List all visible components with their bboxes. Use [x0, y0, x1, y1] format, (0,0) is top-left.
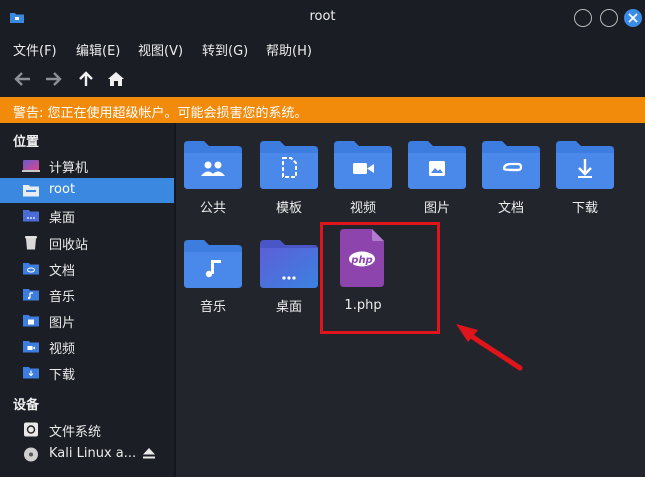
desktop-folder-icon [23, 210, 39, 222]
sidebar-item-label: 桌面 [49, 211, 76, 226]
sidebar-item-pictures[interactable]: 图片 [0, 308, 174, 333]
sidebar-item-label: root [49, 182, 76, 197]
sidebar-item-filesystem[interactable]: 文件系统 [0, 417, 174, 442]
menu-file[interactable]: 文件(F) [13, 40, 57, 59]
window-title: root [309, 9, 336, 24]
drive-icon [24, 422, 38, 437]
menu-help[interactable]: 帮助(H) [266, 40, 312, 59]
sidebar-item-trash[interactable]: 回收站 [0, 230, 174, 255]
home-folder-icon [23, 185, 39, 197]
pictures-folder-icon [408, 141, 466, 189]
places-header: 位置 [13, 135, 40, 150]
sidebar-item-label: 文件系统 [49, 425, 102, 440]
file-item-public[interactable]: 公共 [178, 141, 248, 231]
public-folder-icon [184, 141, 242, 189]
file-item-label: 图片 [423, 201, 450, 216]
forward-arrow-icon[interactable] [44, 71, 62, 87]
annotation-arrow-icon [456, 324, 523, 371]
music-folder-icon [184, 240, 242, 288]
sidebar-item-label: 计算机 [49, 161, 89, 176]
menu-bar: 文件(F) 编辑(E) 视图(V) 转到(G) 帮助(H) [0, 34, 645, 61]
close-button[interactable] [624, 9, 642, 27]
file-item-pictures[interactable]: 图片 [402, 141, 472, 231]
file-item-label: 下载 [571, 201, 598, 216]
templates-folder-icon [260, 141, 318, 189]
downloads-folder-icon [556, 141, 614, 189]
file-item-label: 模板 [275, 201, 302, 216]
file-item-templates[interactable]: 模板 [254, 141, 324, 231]
desktop-folder-icon [260, 240, 318, 288]
sidebar: 位置 计算机 root 桌面 回收站 文档 音乐 图片 视频 下载 设备 文件系… [0, 123, 174, 477]
sidebar-item-documents[interactable]: 文档 [0, 256, 174, 281]
home-icon[interactable] [107, 71, 125, 87]
file-item-desktop[interactable]: 桌面 [254, 240, 324, 330]
eject-icon[interactable] [143, 448, 155, 459]
disc-icon [24, 447, 38, 462]
back-arrow-icon[interactable] [14, 71, 32, 87]
close-icon [628, 13, 638, 23]
root-warning-banner: 警告: 您正在使用超级帐户。可能会损害您的系统。 [0, 97, 645, 123]
menu-view[interactable]: 视图(V) [138, 40, 183, 59]
pictures-folder-icon [23, 315, 39, 327]
file-item-label: 公共 [199, 201, 226, 216]
file-item-label: 桌面 [275, 300, 302, 315]
file-item-label: 音乐 [199, 300, 226, 315]
devices-header: 设备 [13, 398, 40, 413]
videos-folder-icon [23, 341, 39, 353]
documents-folder-icon [482, 141, 540, 189]
sidebar-item-root[interactable]: root [0, 178, 174, 203]
warning-text: 警告: 您正在使用超级帐户。可能会损害您的系统。 [13, 106, 308, 121]
sidebar-item-label: 回收站 [49, 238, 89, 253]
sidebar-item-label: Kali Linux a... [49, 446, 137, 461]
file-item-label: 视频 [349, 201, 376, 216]
sidebar-item-music[interactable]: 音乐 [0, 282, 174, 307]
annotation-highlight-box [320, 222, 440, 334]
trash-icon [25, 236, 37, 250]
videos-folder-icon [334, 141, 392, 189]
music-folder-icon [23, 289, 39, 301]
sidebar-item-downloads[interactable]: 下载 [0, 360, 174, 385]
menu-edit[interactable]: 编辑(E) [76, 40, 120, 59]
file-item-music[interactable]: 音乐 [178, 240, 248, 330]
title-bar: root [0, 0, 645, 34]
downloads-folder-icon [23, 367, 39, 379]
computer-icon [22, 160, 40, 172]
sidebar-item-label: 下载 [49, 368, 76, 383]
file-item-label: 文档 [497, 201, 524, 216]
sidebar-item-label: 音乐 [49, 290, 76, 305]
sidebar-item-videos[interactable]: 视频 [0, 334, 174, 359]
up-arrow-icon[interactable] [77, 71, 95, 87]
toolbar: root [0, 61, 645, 154]
file-item-videos[interactable]: 视频 [328, 141, 398, 231]
minimize-button[interactable] [574, 9, 592, 27]
menu-go[interactable]: 转到(G) [202, 40, 248, 59]
sidebar-item-computer[interactable]: 计算机 [0, 153, 174, 178]
documents-folder-icon [23, 263, 39, 275]
sidebar-item-label: 图片 [49, 316, 76, 331]
file-item-documents[interactable]: 文档 [476, 141, 546, 231]
sidebar-item-label: 视频 [49, 342, 76, 357]
sidebar-item-kali-disc[interactable]: Kali Linux a... [0, 442, 174, 467]
maximize-button[interactable] [600, 9, 618, 27]
sidebar-item-label: 文档 [49, 264, 76, 279]
file-item-downloads[interactable]: 下载 [550, 141, 620, 231]
sidebar-item-desktop[interactable]: 桌面 [0, 203, 174, 228]
